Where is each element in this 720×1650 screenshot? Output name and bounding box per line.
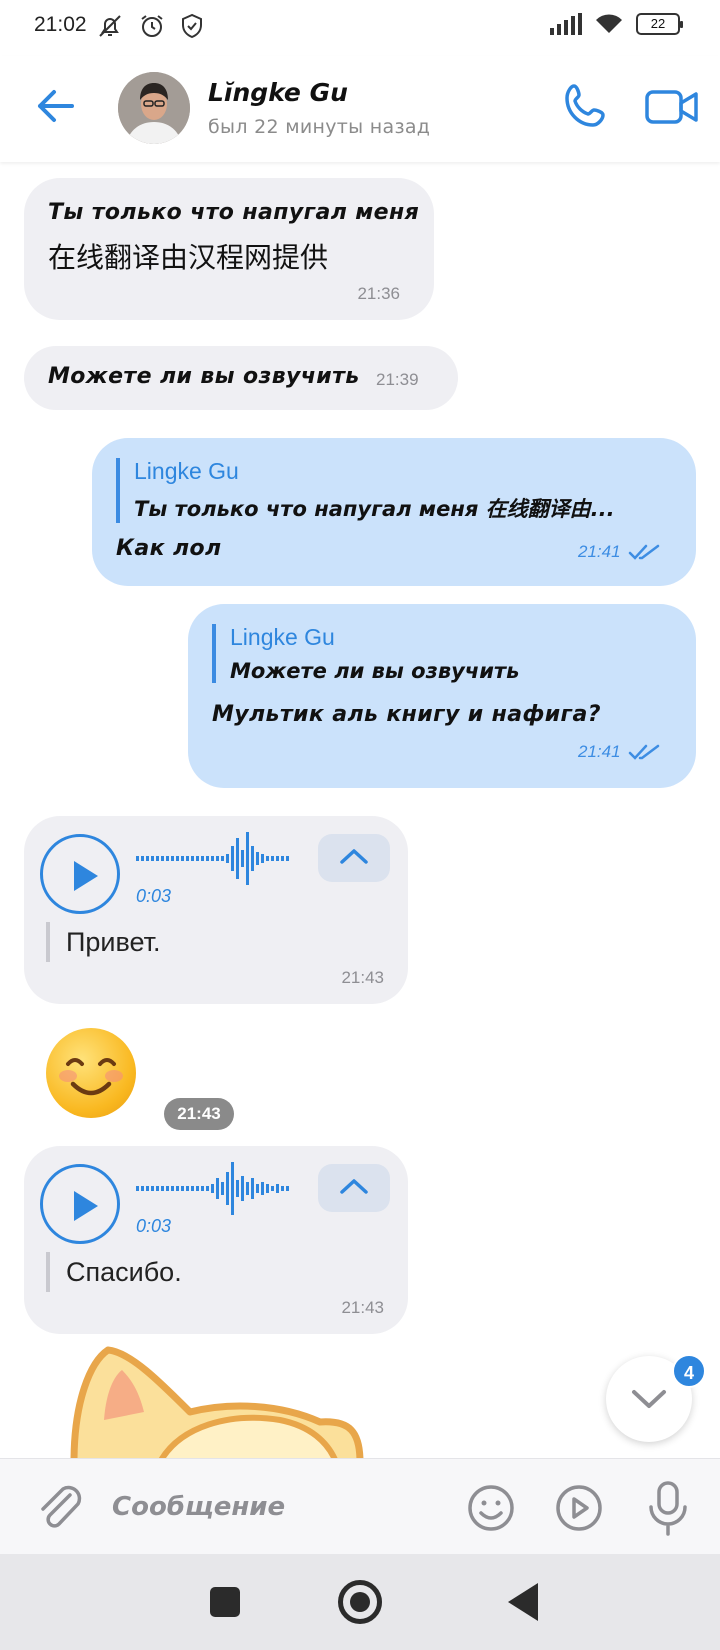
voice-message[interactable]: 0:03 Спасибо. 21:43	[24, 1146, 408, 1334]
message-time: 21:43	[164, 1098, 234, 1130]
transcript-toggle-button[interactable]	[318, 1164, 390, 1212]
avatar-photo	[118, 72, 190, 144]
message-input[interactable]	[112, 1487, 432, 1527]
outgoing-message[interactable]: Lingke Gu Можете ли вы озвучить Мультик …	[188, 604, 696, 788]
status-bar: 21:02 22	[0, 0, 720, 56]
reply-quote[interactable]: Lingke Gu Ты только что напугал меня 在线翻…	[116, 458, 646, 523]
read-checks-icon	[628, 744, 660, 760]
phone-icon[interactable]	[560, 80, 612, 132]
reply-text: Можете ли вы озвучить	[230, 659, 520, 683]
avatar[interactable]	[118, 72, 190, 144]
home-icon[interactable]	[338, 1580, 382, 1624]
reply-author: Lingke Gu	[134, 458, 239, 484]
emoji-icon[interactable]	[466, 1483, 516, 1533]
message-text: Можете ли вы озвучить	[48, 364, 360, 389]
message-time: 21:43	[341, 1298, 384, 1317]
reply-author: Lingke Gu	[230, 624, 335, 650]
message-text: Ты только что напугал меня	[48, 200, 420, 225]
smiling-face-emoji[interactable]	[46, 1028, 136, 1118]
play-icon[interactable]	[40, 1164, 120, 1244]
incoming-message[interactable]: Можете ли вы озвучить 21:39	[24, 346, 458, 410]
message-time: 21:39	[376, 370, 419, 389]
wifi-icon	[596, 14, 622, 33]
reply-quote[interactable]: Lingke Gu Можете ли вы озвучить	[212, 624, 652, 683]
read-checks-icon	[628, 544, 660, 560]
chevron-up-icon	[340, 1179, 368, 1194]
alarm-icon	[141, 15, 163, 37]
attach-icon[interactable]	[34, 1481, 82, 1533]
voice-duration: 0:03	[136, 886, 172, 906]
sticker-icon[interactable]	[554, 1483, 604, 1533]
message-time: 21:41	[578, 542, 621, 561]
message-time: 21:36	[357, 284, 400, 303]
status-time: 21:02	[34, 13, 87, 36]
cat-sticker[interactable]	[60, 1342, 380, 1458]
battery-icon: 22	[636, 13, 683, 35]
message-text: Как лол	[116, 536, 222, 561]
status-icons-right: 22	[550, 13, 683, 35]
message-text-secondary: 在线翻译由汉程网提供	[48, 241, 329, 274]
mic-icon[interactable]	[646, 1479, 690, 1537]
last-seen-status: был 22 минуты назад	[208, 116, 431, 138]
contact-name[interactable]: Lĭngke Gu	[208, 78, 348, 107]
voice-message[interactable]: 0:03 Привет. 21:43	[24, 816, 408, 1004]
status-icons-left	[96, 12, 204, 40]
message-time: 21:43	[341, 968, 384, 987]
waveform[interactable]	[136, 832, 322, 886]
back-arrow-icon[interactable]	[30, 80, 82, 132]
play-icon[interactable]	[40, 834, 120, 914]
voice-transcript: Привет.	[46, 922, 161, 962]
waveform[interactable]	[136, 1162, 322, 1216]
chevron-up-icon	[340, 849, 368, 864]
mute-icon	[99, 15, 121, 37]
system-nav-bar	[0, 1554, 720, 1650]
signal-icon	[550, 13, 582, 35]
chat-header: Lĭngke Gu был 22 минуты назад	[0, 56, 720, 162]
video-icon[interactable]	[644, 84, 700, 130]
recents-icon[interactable]	[210, 1587, 240, 1617]
back-icon[interactable]	[508, 1583, 538, 1621]
message-text: Мультик аль книгу и нафига?	[212, 702, 601, 727]
smile-face-icon	[59, 1058, 123, 1096]
voice-transcript: Спасибо.	[46, 1252, 182, 1292]
message-time: 21:41	[578, 742, 621, 761]
incoming-message[interactable]: Ты только что напугал меня 在线翻译由汉程网提供 21…	[24, 178, 434, 320]
message-list[interactable]: Ты только что напугал меня 在线翻译由汉程网提供 21…	[0, 162, 720, 1458]
reply-text: Ты только что напугал меня 在线翻译由...	[134, 497, 615, 521]
voice-duration: 0:03	[136, 1216, 172, 1236]
transcript-toggle-button[interactable]	[318, 834, 390, 882]
unread-count-badge: 4	[672, 1354, 706, 1388]
shield-icon	[182, 13, 202, 39]
outgoing-message[interactable]: Lingke Gu Ты только что напугал меня 在线翻…	[92, 438, 696, 586]
message-composer	[0, 1458, 720, 1554]
